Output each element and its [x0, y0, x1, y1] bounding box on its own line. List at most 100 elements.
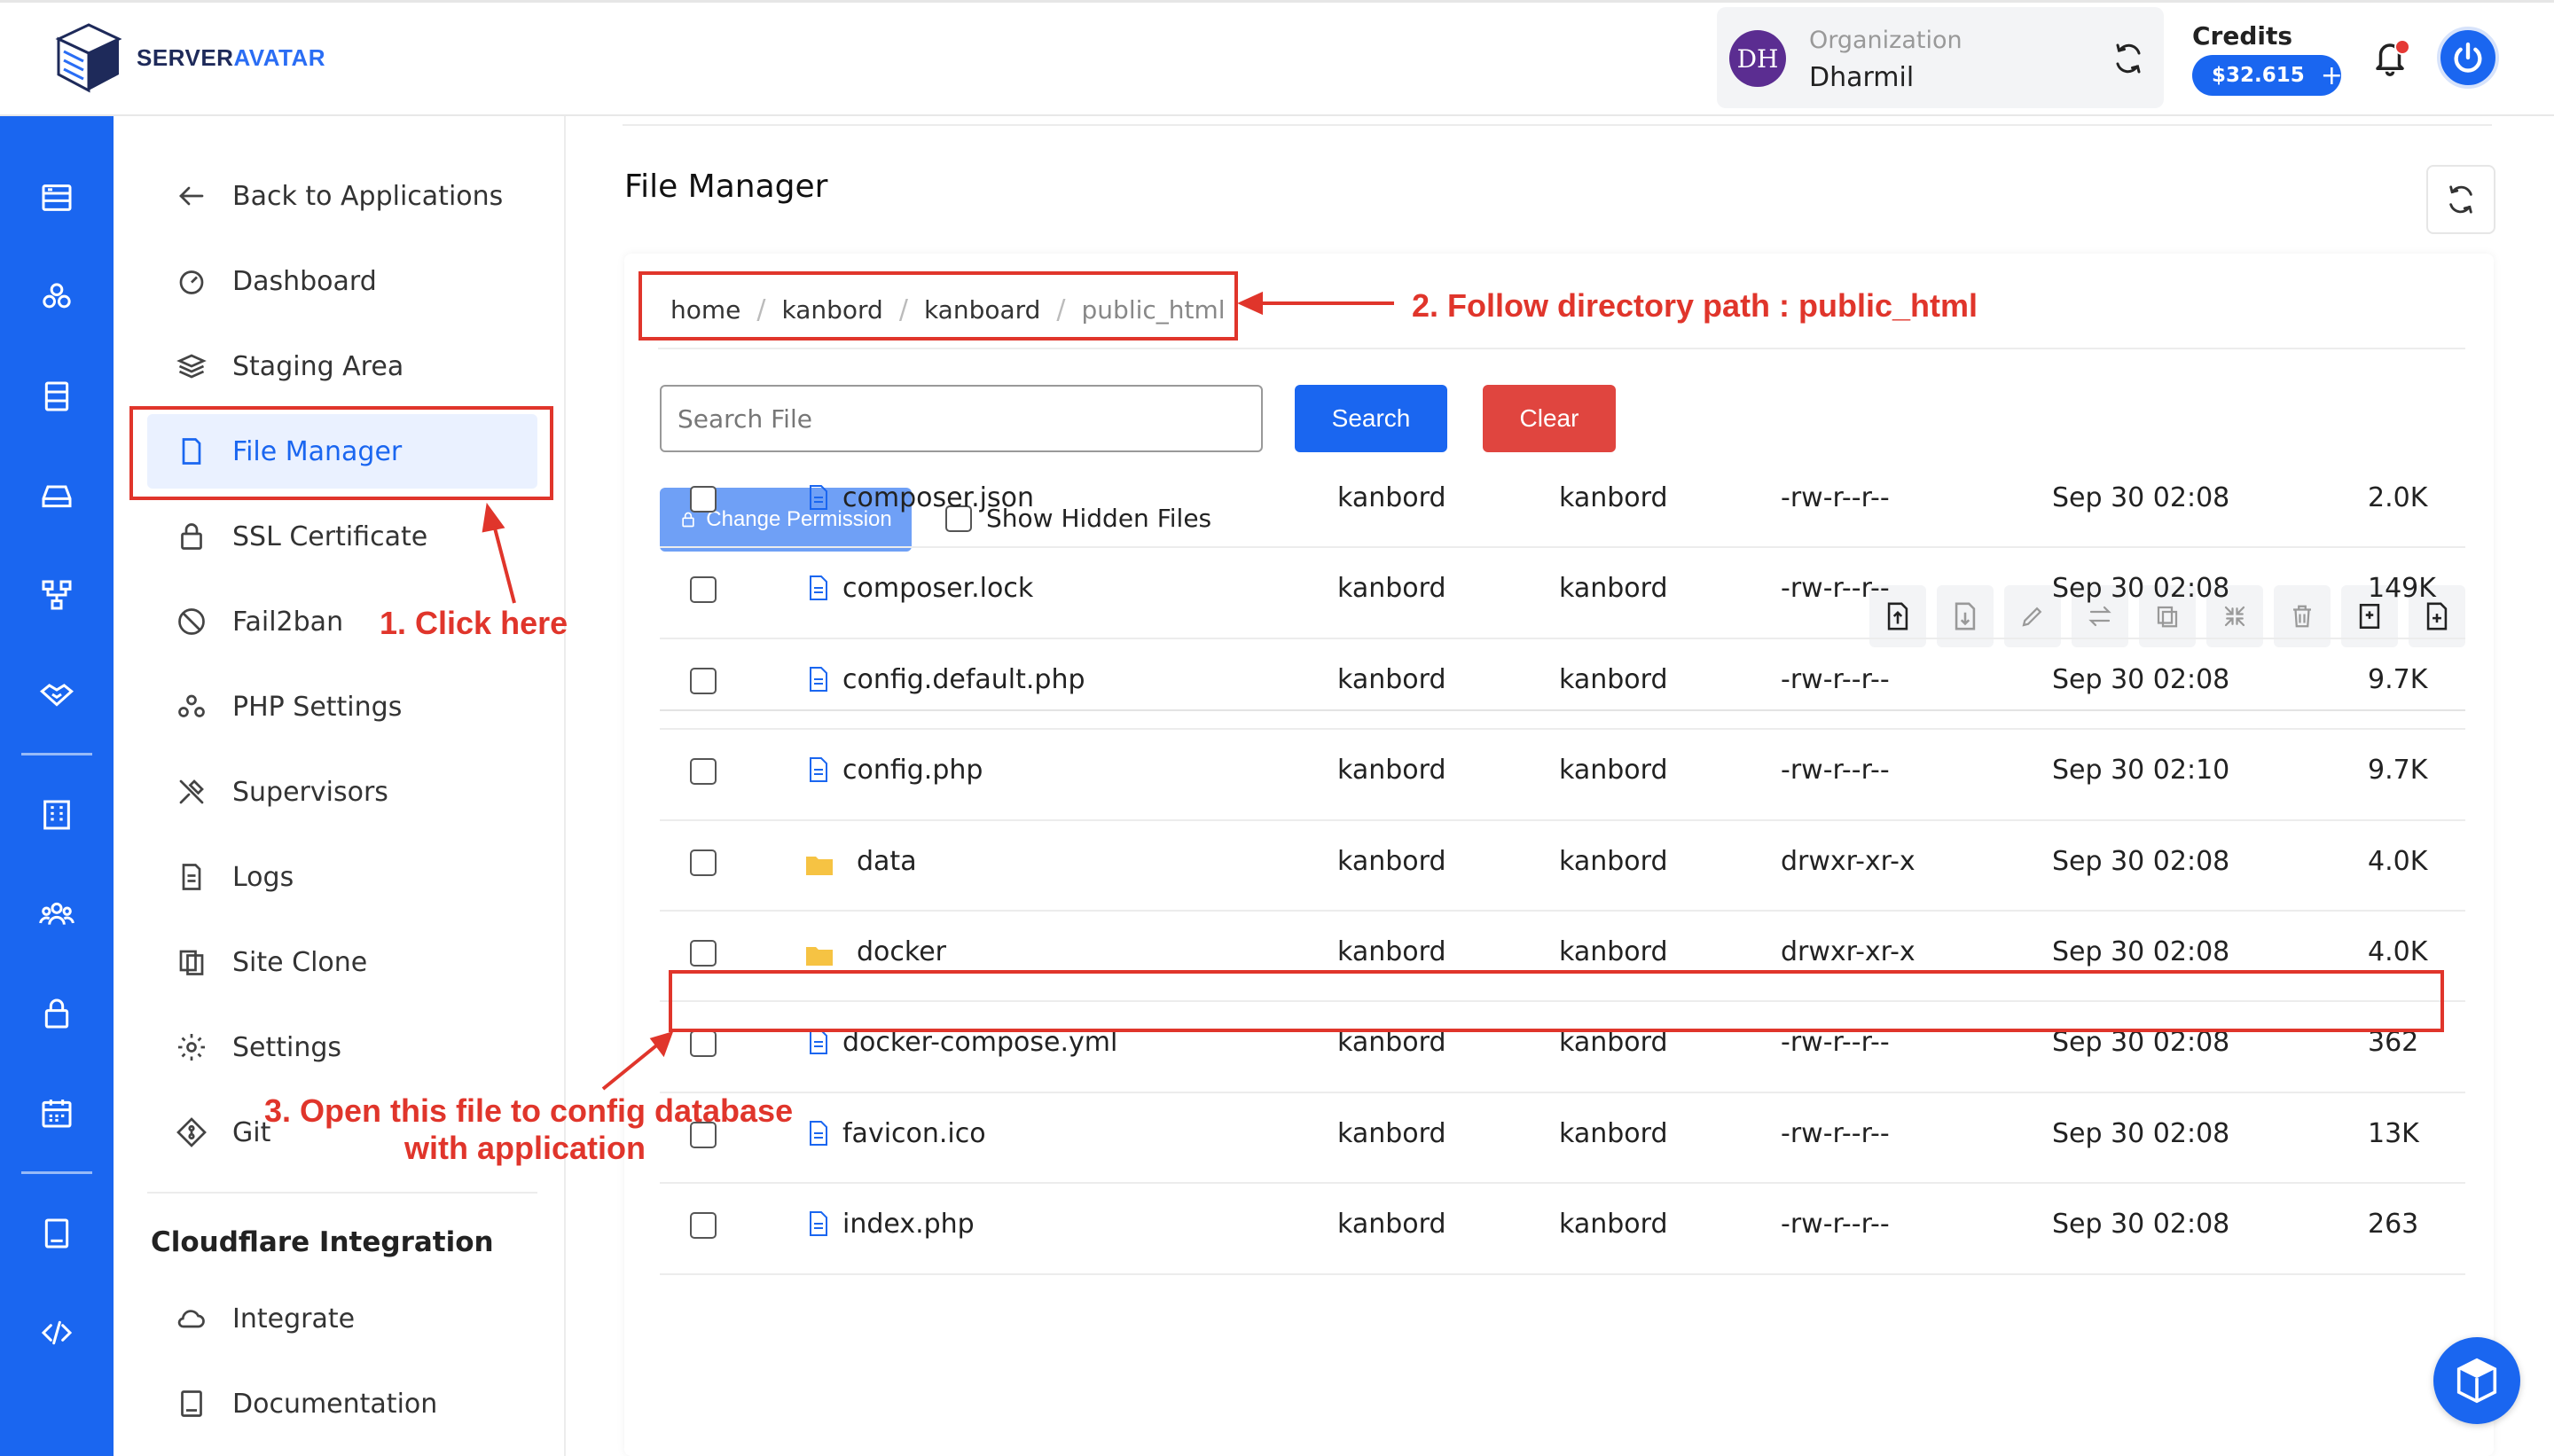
file-row[interactable]: composer.json kanbord kanbord -rw-r--r-- Sep…	[660, 458, 2465, 549]
file-name[interactable]: composer.lock	[842, 573, 1033, 604]
top-bar: SERVERAVATAR DH Organization Dharmil Cre…	[0, 0, 2554, 116]
sidebar-item-site-clone[interactable]: Site Clone	[147, 925, 537, 999]
file-permissions: -rw-r--r--	[1781, 482, 1890, 513]
file-owner: kanbord	[1337, 573, 1446, 605]
handshake-icon[interactable]	[39, 677, 74, 712]
chat-cube-icon	[2456, 1358, 2497, 1404]
back-to-applications-link[interactable]: Back to Applications	[147, 159, 537, 233]
rail-divider	[21, 1171, 92, 1174]
file-owner: kanbord	[1337, 1209, 1446, 1241]
organization-switcher[interactable]: DH Organization Dharmil	[1717, 7, 2164, 108]
file-group: kanbord	[1559, 663, 1668, 695]
sidebar-item-php-settings[interactable]: PHP Settings	[147, 669, 537, 744]
file-group: kanbord	[1559, 755, 1668, 787]
nav-label: PHP Settings	[232, 691, 403, 723]
file-permissions: -rw-r--r--	[1781, 1117, 1890, 1149]
network-icon[interactable]	[39, 577, 74, 613]
annotation-box-config-row	[669, 970, 2444, 1032]
sidebar-item-ssl-certificate[interactable]: SSL Certificate	[147, 499, 537, 574]
row-checkbox[interactable]	[690, 1212, 717, 1240]
file-size: 9.7K	[2368, 755, 2428, 787]
file-row[interactable]: index.php kanbord kanbord -rw-r--r-- Sep 30 …	[660, 1184, 2465, 1275]
row-checkbox[interactable]	[690, 940, 717, 967]
file-name[interactable]: data	[857, 846, 917, 877]
row-checkbox[interactable]	[690, 667, 717, 694]
file-group: kanbord	[1559, 482, 1668, 513]
row-checkbox[interactable]	[690, 758, 717, 786]
clear-button[interactable]: Clear	[1483, 385, 1616, 452]
disk-icon[interactable]	[39, 478, 74, 513]
annotation-box-file-manager	[129, 406, 553, 500]
nav-label: Documentation	[232, 1388, 438, 1420]
file-name[interactable]: index.php	[842, 1209, 975, 1240]
sidebar-item-documentation[interactable]: Documentation	[147, 1366, 537, 1441]
file-row[interactable]: config.default.php kanbord kanbord -rw-r--r…	[660, 639, 2465, 731]
file-icon	[810, 1120, 827, 1146]
lock-icon[interactable]	[39, 996, 74, 1031]
annotation-step2: 2. Follow directory path : public_html	[1412, 287, 1978, 324]
folder-icon	[806, 947, 833, 966]
document-icon	[182, 864, 201, 890]
app-sidebar: Back to Applications Dashboard Staging A…	[114, 116, 566, 1456]
file-modified-date: Sep 30 02:08	[2052, 1209, 2230, 1241]
file-row[interactable]: favicon.ico kanbord kanbord -rw-r--r-- Sep 3…	[660, 1093, 2465, 1185]
user-avatar[interactable]	[2437, 27, 2499, 89]
database-icon[interactable]	[39, 379, 74, 414]
switch-org-icon[interactable]	[2112, 43, 2144, 74]
search-file-input[interactable]	[660, 385, 1263, 452]
apps-icon[interactable]	[39, 279, 74, 315]
sidebar-item-dashboard[interactable]: Dashboard	[147, 244, 537, 318]
credits-button[interactable]: $32.615 +	[2192, 55, 2343, 96]
nav-label: Integrate	[232, 1303, 356, 1335]
file-name[interactable]: config.php	[842, 755, 983, 786]
file-owner: kanbord	[1337, 663, 1446, 695]
server-icon[interactable]	[39, 180, 74, 215]
sidebar-item-integrate[interactable]: Integrate	[147, 1281, 537, 1356]
annotation-box-breadcrumb	[638, 271, 1238, 341]
building-icon[interactable]	[39, 797, 74, 833]
brand-logo[interactable]: SERVERAVATAR	[53, 21, 325, 94]
nav-label: Supervisors	[232, 776, 388, 808]
row-checkbox[interactable]	[690, 486, 717, 513]
file-name[interactable]: composer.json	[842, 482, 1034, 513]
row-checkbox[interactable]	[690, 849, 717, 876]
row-checkbox[interactable]	[690, 1030, 717, 1058]
notification-dot	[2394, 39, 2410, 55]
annotation-step3-line2: with application	[404, 1130, 646, 1166]
team-icon[interactable]	[39, 896, 74, 932]
file-row[interactable]: composer.lock kanbord kanbord -rw-r--r-- Sep…	[660, 548, 2465, 639]
rail-divider	[21, 753, 92, 755]
file-name[interactable]: config.default.php	[842, 664, 1085, 695]
nav-label: Logs	[232, 861, 294, 893]
sidebar-item-staging-area[interactable]: Staging Area	[147, 329, 537, 403]
nav-label: Settings	[232, 1031, 342, 1063]
file-permissions: -rw-r--r--	[1781, 573, 1890, 605]
file-modified-date: Sep 30 02:08	[2052, 845, 2230, 877]
sidebar-item-settings[interactable]: Settings	[147, 1010, 537, 1084]
file-name[interactable]: favicon.ico	[842, 1118, 986, 1149]
file-row[interactable]: config.php kanbord kanbord -rw-r--r-- Sep 30…	[660, 730, 2465, 821]
sidebar-item-logs[interactable]: Logs	[147, 840, 537, 914]
file-group: kanbord	[1559, 845, 1668, 877]
code-icon[interactable]	[39, 1315, 74, 1350]
file-name[interactable]: docker	[857, 936, 946, 967]
file-permissions: -rw-r--r--	[1781, 663, 1890, 695]
sidebar-item-supervisors[interactable]: Supervisors	[147, 755, 537, 829]
refresh-icon	[2449, 185, 2472, 214]
file-owner: kanbord	[1337, 1117, 1446, 1149]
file-size: 13K	[2368, 1117, 2419, 1149]
top-border	[0, 0, 2554, 3]
breadcrumb-divider	[658, 348, 2465, 349]
row-checkbox[interactable]	[690, 576, 717, 604]
file-row[interactable]: data kanbord kanbord drwxr-xr-x Sep 30 02:08…	[660, 821, 2465, 912]
search-button[interactable]: Search	[1295, 385, 1447, 452]
file-permissions: -rw-r--r--	[1781, 755, 1890, 787]
calendar-icon[interactable]	[39, 1095, 74, 1131]
file-owner: kanbord	[1337, 936, 1446, 967]
support-chat-button[interactable]	[2433, 1337, 2520, 1424]
refresh-button[interactable]	[2426, 165, 2495, 234]
brand-name-part1: SERVER	[137, 43, 234, 71]
book-icon[interactable]	[39, 1216, 74, 1251]
nav-label: Fail2ban	[232, 606, 344, 638]
cloud-icon	[177, 1310, 205, 1328]
